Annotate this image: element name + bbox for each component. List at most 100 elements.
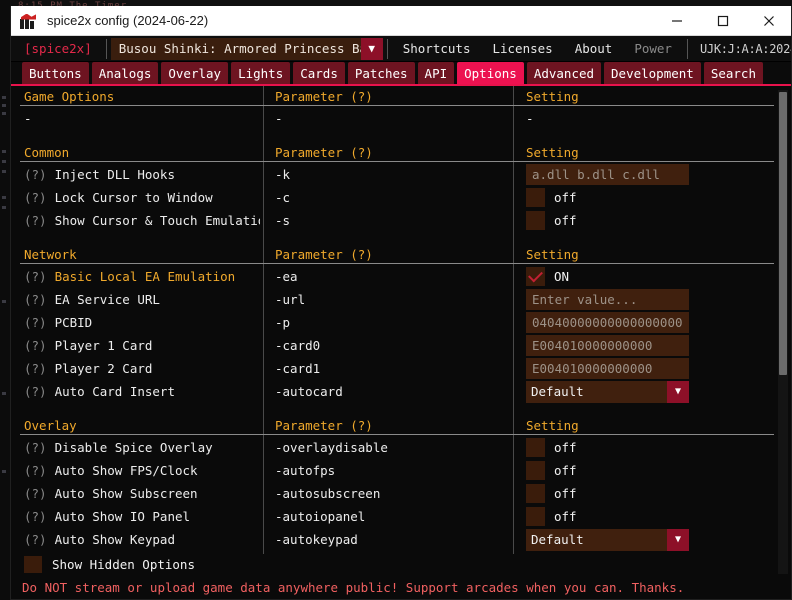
option-parameter: -k — [275, 167, 291, 182]
status-bar: Do NOT stream or upload game data anywhe… — [10, 574, 792, 600]
close-icon[interactable] — [746, 6, 792, 36]
table-row[interactable]: --- — [10, 107, 792, 130]
text-input[interactable]: Enter value... — [526, 289, 689, 310]
help-icon[interactable]: (?) — [24, 269, 47, 284]
window-titlebar: spice2x config (2024-06-22) — [10, 6, 792, 36]
text-input[interactable]: 04040000000000000000 — [526, 312, 689, 333]
tab-api[interactable]: API — [417, 62, 455, 84]
table-row[interactable]: (?) Auto Card Insert -autocard Default ▼ — [10, 380, 792, 403]
dropdown-value: Default — [531, 384, 584, 399]
help-icon[interactable]: (?) — [24, 361, 47, 376]
table-row[interactable]: (?) Auto Show Subscreen -autosubscreen off — [10, 482, 792, 505]
help-icon[interactable]: (?) — [24, 292, 47, 307]
table-row[interactable]: (?) Show Cursor & Touch Emulation E -s off — [10, 209, 792, 232]
tab-options[interactable]: Options — [457, 62, 524, 84]
option-parameter: -card1 — [275, 361, 321, 376]
help-icon[interactable]: (?) — [24, 167, 47, 182]
dropdown-select[interactable]: Default ▼ — [526, 380, 689, 403]
table-row[interactable]: (?) PCBID -p 04040000000000000000 — [10, 311, 792, 334]
option-label: Player 1 Card — [54, 338, 153, 353]
table-row[interactable]: (?) Basic Local EA Emulation -ea ON — [10, 265, 792, 288]
option-name-cell: (?) Player 2 Card — [24, 361, 152, 376]
help-icon[interactable]: (?) — [24, 532, 47, 547]
brand-label: [spice2x] — [24, 41, 92, 56]
help-icon[interactable]: (?) — [24, 190, 47, 205]
checkbox-unchecked[interactable] — [526, 438, 545, 457]
checkbox-unchecked[interactable] — [526, 507, 545, 526]
table-row[interactable]: (?) Inject DLL Hooks -k a.dll b.dll c.dll — [10, 163, 792, 186]
checkbox-unchecked[interactable] — [526, 188, 545, 207]
checkbox-unchecked[interactable] — [526, 211, 545, 230]
help-icon[interactable]: (?) — [24, 213, 47, 228]
help-icon[interactable]: (?) — [24, 509, 47, 524]
header-underline — [20, 105, 774, 106]
checkbox-state-label: off — [554, 440, 577, 455]
help-icon[interactable]: (?) — [24, 384, 47, 399]
window-controls — [654, 6, 792, 36]
game-selector[interactable]: Busou Shinki: Armored Princess Batt ▼ — [110, 37, 383, 60]
tab-advanced[interactable]: Advanced — [526, 62, 602, 84]
option-name-cell: (?) Show Cursor & Touch Emulation E — [24, 213, 260, 228]
spice2x-config-window: spice2x config (2024-06-22) [spice2x] Bu… — [10, 6, 792, 600]
option-parameter: -p — [275, 315, 291, 330]
show-hidden-options-row[interactable]: Show Hidden Options — [10, 554, 792, 574]
chevron-down-icon[interactable]: ▼ — [360, 37, 383, 60]
maximize-icon[interactable] — [700, 6, 746, 36]
tab-bar: Buttons Analogs Overlay Lights Cards Pat… — [10, 62, 792, 86]
text-input[interactable]: E004010000000000 — [526, 358, 689, 379]
section-title: Overlay — [24, 418, 77, 433]
menu-item-licenses[interactable]: Licenses — [481, 41, 563, 56]
text-input[interactable]: a.dll b.dll c.dll — [526, 164, 689, 185]
menu-item-power[interactable]: Power — [623, 41, 683, 56]
tab-analogs[interactable]: Analogs — [91, 62, 159, 84]
minimize-icon[interactable] — [654, 6, 700, 36]
text-input[interactable]: E004010000000000 — [526, 335, 689, 356]
option-label: Basic Local EA Emulation — [54, 269, 236, 284]
dropdown-select[interactable]: Default ▼ — [526, 528, 689, 551]
static-setting-value: - — [526, 111, 534, 126]
section-title: Network — [24, 247, 77, 262]
option-parameter: - — [275, 111, 283, 126]
option-label: EA Service URL — [54, 292, 160, 307]
menu-divider-2 — [386, 38, 388, 59]
help-icon[interactable]: (?) — [24, 440, 47, 455]
table-row[interactable]: (?) Player 1 Card -card0 E004010000000000 — [10, 334, 792, 357]
tab-buttons[interactable]: Buttons — [22, 62, 89, 84]
scrollbar-thumb[interactable] — [779, 92, 787, 375]
table-row[interactable]: (?) EA Service URL -url Enter value... — [10, 288, 792, 311]
table-row[interactable]: (?) Disable Spice Overlay -overlaydisable o… — [10, 436, 792, 459]
tab-patches[interactable]: Patches — [347, 62, 415, 84]
column-header-parameter: Parameter (?) — [275, 247, 373, 262]
options-table: Game Options Parameter (?) Setting - - - Commo… — [10, 86, 792, 554]
tab-cards[interactable]: Cards — [293, 62, 345, 84]
section-header: Game Options Parameter (?) Setting — [10, 86, 792, 107]
option-label: - — [24, 111, 32, 126]
show-hidden-options-checkbox[interactable] — [24, 555, 42, 573]
checkbox-unchecked[interactable] — [526, 484, 545, 503]
checkbox-state-label: ON — [554, 269, 570, 284]
checkbox-checked[interactable] — [526, 267, 545, 286]
table-row[interactable]: (?) Player 2 Card -card1 E004010000000000 — [10, 357, 792, 380]
tab-search[interactable]: Search — [703, 62, 763, 84]
help-icon[interactable]: (?) — [24, 486, 47, 501]
tab-overlay[interactable]: Overlay — [161, 62, 229, 84]
table-row[interactable]: (?) Auto Show Keypad -autokeypad Default ▼ — [10, 528, 792, 551]
table-row[interactable]: (?) Auto Show FPS/Clock -autofps off — [10, 459, 792, 482]
table-row[interactable]: (?) Auto Show IO Panel -autoiopanel off — [10, 505, 792, 528]
menu-item-about[interactable]: About — [564, 41, 624, 56]
tab-development[interactable]: Development — [604, 62, 701, 84]
option-setting-cell: a.dll b.dll c.dll — [526, 163, 766, 186]
chevron-down-icon[interactable]: ▼ — [667, 528, 689, 551]
checkbox-unchecked[interactable] — [526, 461, 545, 480]
help-icon[interactable]: (?) — [24, 315, 47, 330]
vertical-scrollbar[interactable] — [778, 90, 788, 596]
option-name-cell: (?) Lock Cursor to Window — [24, 190, 213, 205]
tab-lights[interactable]: Lights — [231, 62, 291, 84]
help-icon[interactable]: (?) — [24, 463, 47, 478]
menu-item-shortcuts[interactable]: Shortcuts — [392, 41, 482, 56]
option-parameter: -autofps — [275, 463, 336, 478]
help-icon[interactable]: (?) — [24, 338, 47, 353]
table-row[interactable]: (?) Lock Cursor to Window -c off — [10, 186, 792, 209]
chevron-down-icon[interactable]: ▼ — [667, 380, 689, 403]
